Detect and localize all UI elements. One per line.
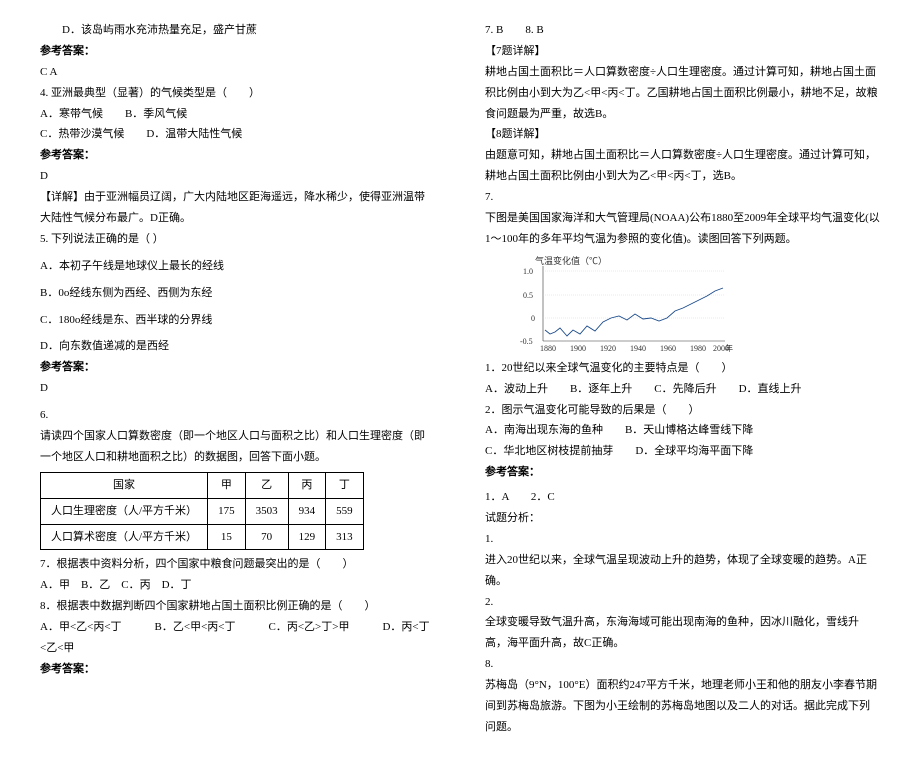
q5-option-c: C．180o经线是东、西半球的分界线 — [40, 310, 435, 331]
answer-label: 参考答案： — [40, 357, 435, 378]
q5-option-b: B．0o经线东侧为西经、西侧为东经 — [40, 283, 435, 304]
table-cell: 15 — [208, 524, 246, 550]
svg-text:0: 0 — [531, 314, 535, 323]
answer-5: D — [40, 378, 435, 399]
svg-text:1900: 1900 — [570, 344, 586, 353]
answer-label: 参考答案： — [485, 462, 880, 483]
svg-text:1.0: 1.0 — [523, 267, 533, 276]
table-header: 甲 — [208, 472, 246, 498]
svg-text:-0.5: -0.5 — [520, 337, 533, 346]
table-cell: 175 — [208, 498, 246, 524]
analysis-header: 试题分析： — [485, 508, 880, 529]
sub-q2-options-ab: A．南海出现东海的鱼种 B．天山博格达峰雪线下降 — [485, 420, 880, 441]
svg-text:年: 年 — [725, 343, 733, 353]
table-header: 乙 — [245, 472, 288, 498]
answer-12: 1．A 2．C — [485, 487, 880, 508]
q8n-number: 8. — [485, 654, 880, 675]
population-table: 国家 甲 乙 丙 丁 人口生理密度（人/平方千米） 175 3503 934 5… — [40, 472, 364, 551]
table-cell: 934 — [288, 498, 326, 524]
analysis-1: 进入20世纪以来，全球气温呈现波动上升的趋势，体现了全球变暖的趋势。A正确。 — [485, 550, 880, 592]
analysis-2-num: 2. — [485, 592, 880, 613]
svg-text:0.5: 0.5 — [523, 291, 533, 300]
table-header: 丁 — [326, 472, 364, 498]
table-cell: 3503 — [245, 498, 288, 524]
explain-8-header: 【8题详解】 — [485, 124, 880, 145]
answer-label: 参考答案： — [40, 41, 435, 62]
table-cell: 313 — [326, 524, 364, 550]
table-header: 国家 — [41, 472, 208, 498]
svg-text:1940: 1940 — [630, 344, 646, 353]
explain-7-header: 【7题详解】 — [485, 41, 880, 62]
q7-stem: 7．根据表中资料分析，四个国家中粮食问题最突出的是（ ） — [40, 554, 435, 575]
q7-options: A．甲 B．乙 C．丙 D．丁 — [40, 575, 435, 596]
sub-q1-stem: 1．20世纪以来全球气温变化的主要特点是（ ） — [485, 358, 880, 379]
q8-stem: 8．根据表中数据判断四个国家耕地占国土面积比例正确的是（ ） — [40, 596, 435, 617]
answer-4: D — [40, 166, 435, 187]
answer-3: C A — [40, 62, 435, 83]
answer-78: 7. B 8. B — [485, 20, 880, 41]
analysis-1-num: 1. — [485, 529, 880, 550]
q4-stem: 4. 亚洲最典型（显著）的气候类型是（ ） — [40, 83, 435, 104]
table-cell: 70 — [245, 524, 288, 550]
table-cell: 559 — [326, 498, 364, 524]
sub-q2-options-cd: C．华北地区树枝提前抽芽 D．全球平均海平面下降 — [485, 441, 880, 462]
explain-4: 【详解】由于亚洲幅员辽阔，广大内陆地区距海遥远，降水稀少，使得亚洲温带大陆性气候… — [40, 187, 435, 229]
q7n-text: 下图是美国国家海洋和大气管理局(NOAA)公布1880至2009年全球平均气温变… — [485, 208, 880, 250]
explain-8: 由题意可知，耕地占国土面积比＝人口算数密度÷人口生理密度。通过计算可知，耕地占国… — [485, 145, 880, 187]
q7n-number: 7. — [485, 187, 880, 208]
q4-options-cd: C．热带沙漠气候 D．温带大陆性气候 — [40, 124, 435, 145]
answer-label: 参考答案： — [40, 145, 435, 166]
table-cell: 人口算术密度（人/平方千米） — [41, 524, 208, 550]
svg-text:1880: 1880 — [540, 344, 556, 353]
answer-label: 参考答案： — [40, 659, 435, 680]
temperature-chart: 气温变化值（℃） 1.0 0.5 0 -0.5 1880 1900 1920 1… — [515, 256, 735, 356]
q6-number: 6. — [40, 405, 435, 426]
q8n-text: 苏梅岛（9°N，100°E）面积约247平方千米，地理老师小王和他的朋友小李春节… — [485, 675, 880, 738]
analysis-2: 全球变暖导致气温升高，东海海域可能出现南海的鱼种，因冰川融化，雪线升高，海平面升… — [485, 612, 880, 654]
sub-q1-options: A．波动上升 B．逐年上升 C．先降后升 D．直线上升 — [485, 379, 880, 400]
svg-text:1980: 1980 — [690, 344, 706, 353]
q5-option-a: A．本初子午线是地球仪上最长的经线 — [40, 256, 435, 277]
q4-options-ab: A．寒带气候 B．季风气候 — [40, 104, 435, 125]
sub-q2-stem: 2．图示气温变化可能导致的后果是（ ） — [485, 400, 880, 421]
table-cell: 129 — [288, 524, 326, 550]
q5-option-d: D．向东数值递减的是西经 — [40, 336, 435, 357]
chart-title: 气温变化值（℃） — [535, 256, 607, 266]
q8-options: A．甲<乙<丙<丁 B．乙<甲<丙<丁 C．丙<乙>丁>甲 D．丙<丁<乙<甲 — [40, 617, 435, 659]
svg-text:1960: 1960 — [660, 344, 676, 353]
table-header: 丙 — [288, 472, 326, 498]
svg-text:1920: 1920 — [600, 344, 616, 353]
table-cell: 人口生理密度（人/平方千米） — [41, 498, 208, 524]
q6-text: 请读四个国家人口算数密度（即一个地区人口与面积之比）和人口生理密度（即一个地区人… — [40, 426, 435, 468]
q3-option-d: D．该岛屿雨水充沛热量充足，盛产甘蔗 — [40, 20, 435, 41]
explain-7: 耕地占国土面积比＝人口算数密度÷人口生理密度。通过计算可知，耕地占国土面积比例由… — [485, 62, 880, 125]
q5-stem: 5. 下列说法正确的是（ ） — [40, 229, 435, 250]
